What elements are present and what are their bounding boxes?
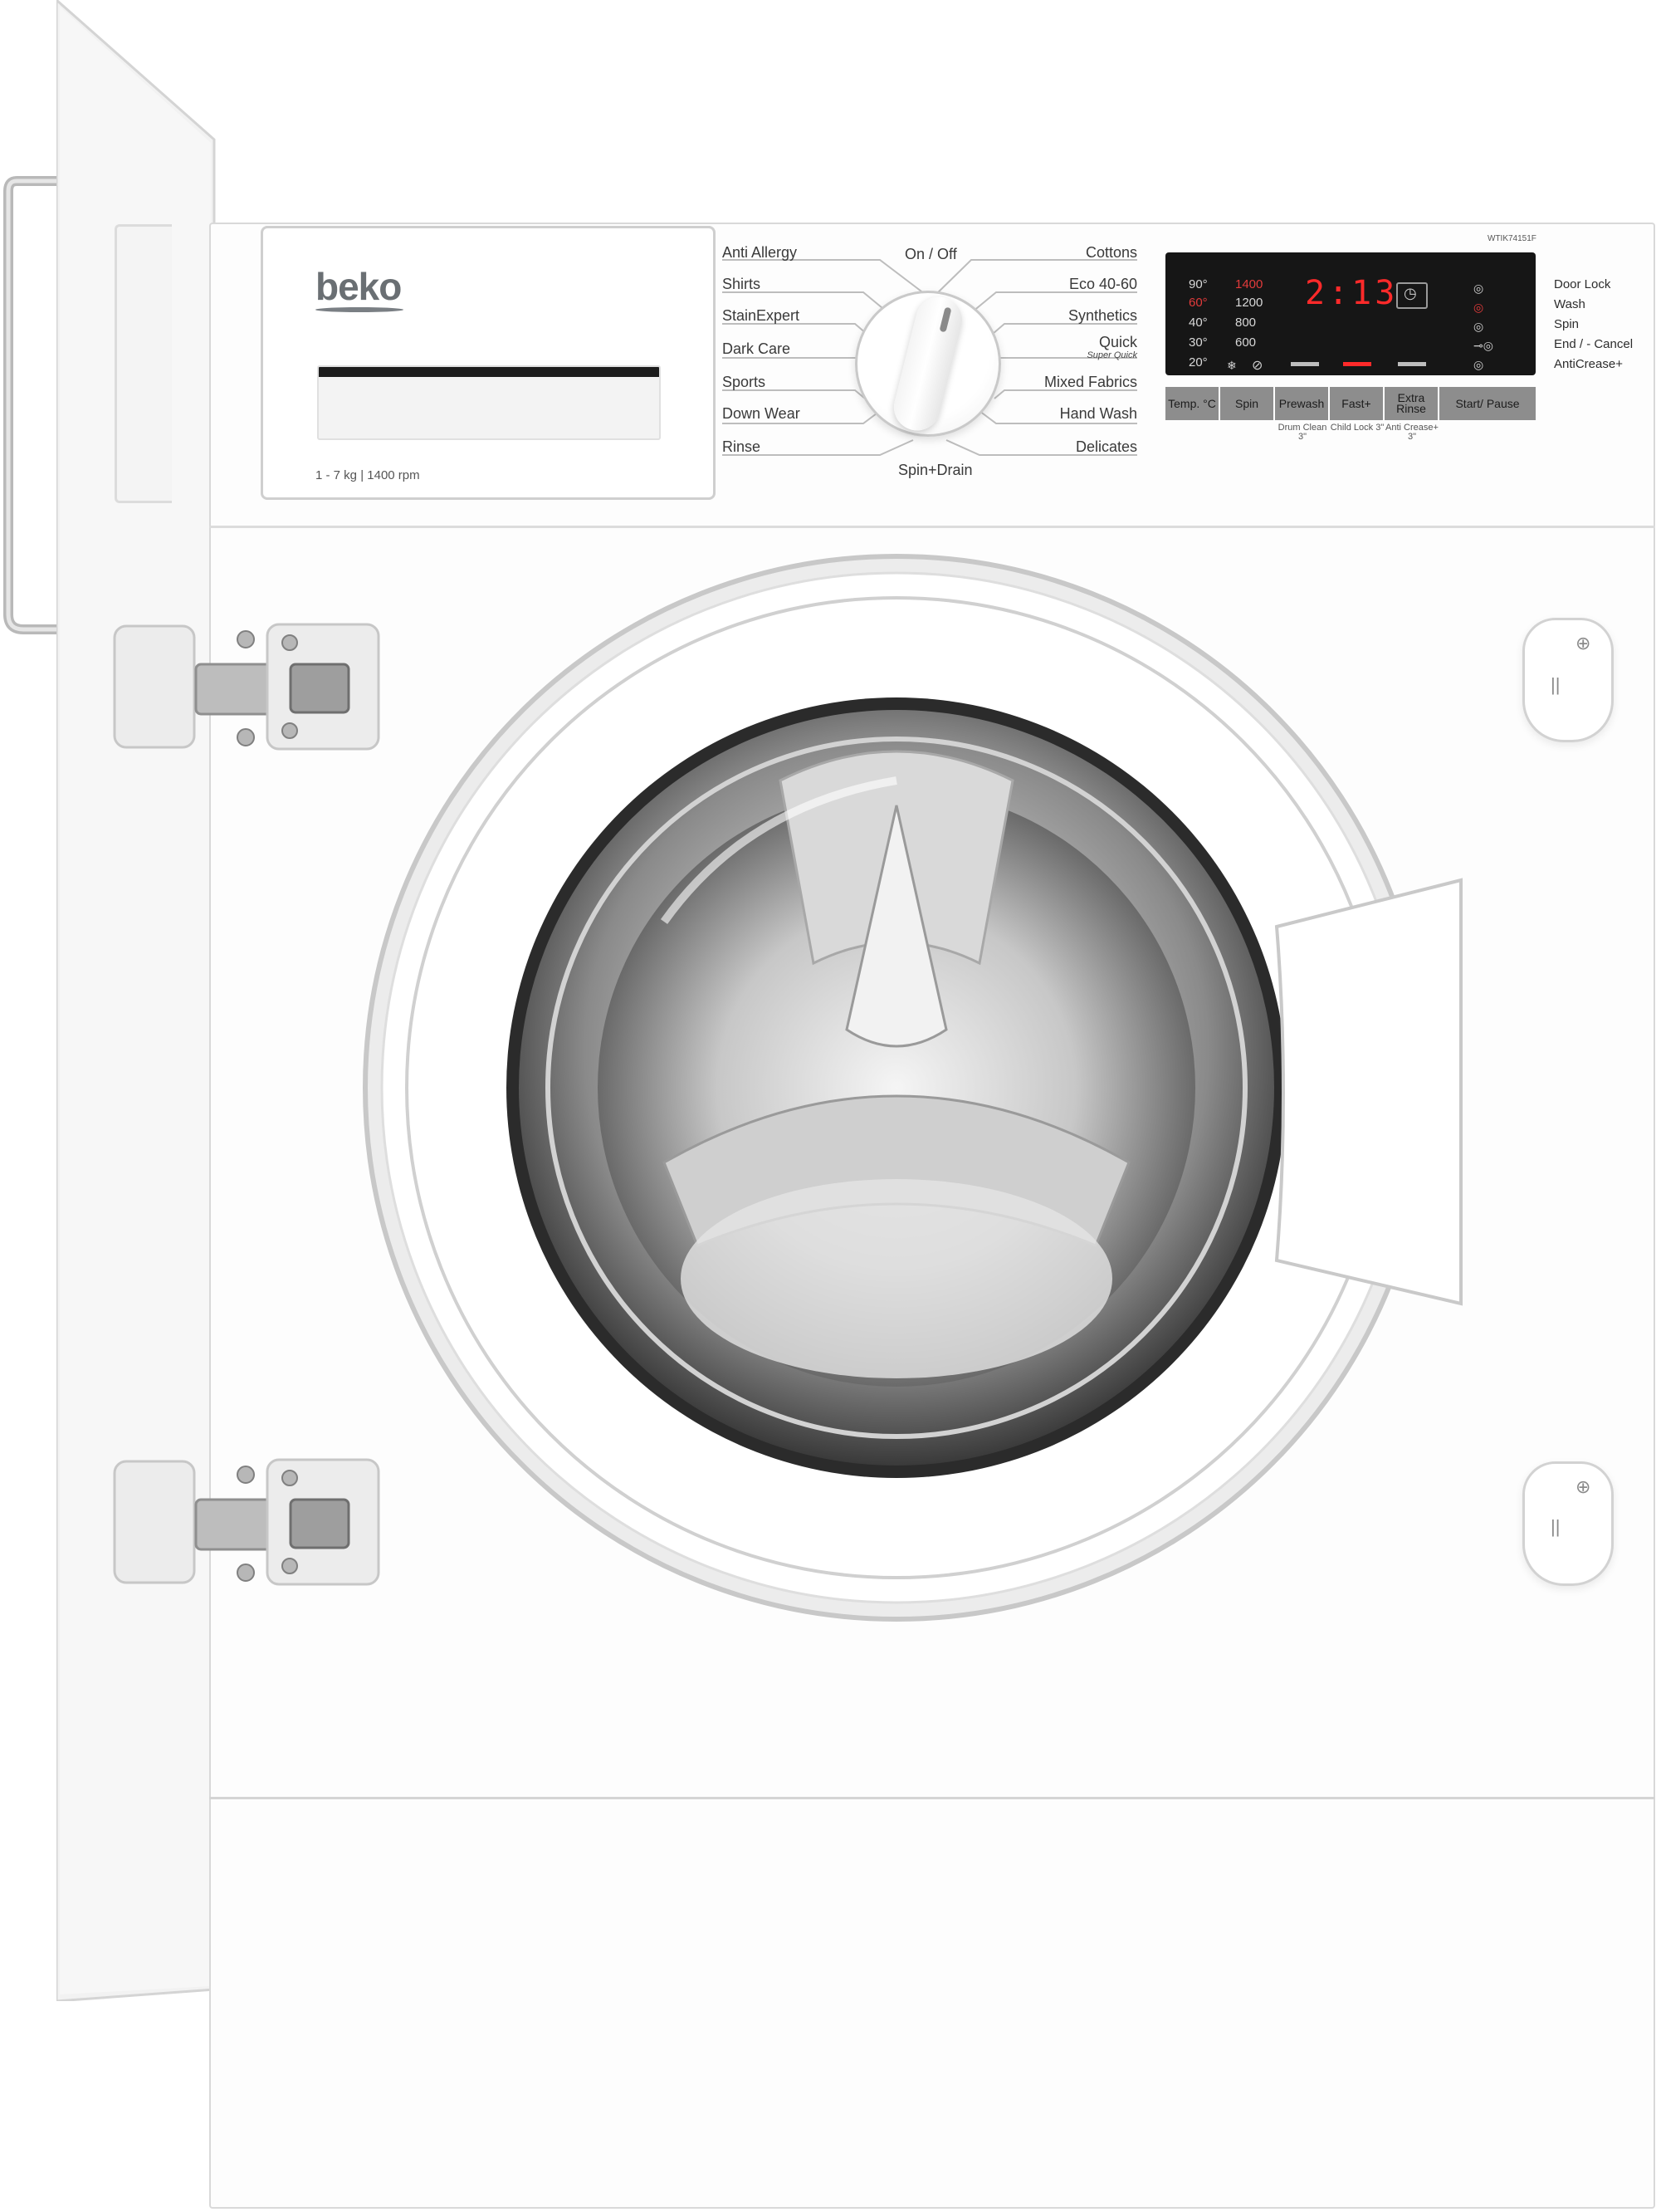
status-door-lock: Door Lock [1554,277,1611,291]
latch-screw-icon: ⊕ [1576,633,1591,653]
program-shirts: Shirts [722,276,761,292]
temp-20: 20° [1189,355,1208,369]
speed-1200: 1200 [1235,296,1263,310]
door-latch-top [1522,618,1614,742]
status-spin: Spin [1554,317,1580,331]
plinth-divider [209,1797,1655,1799]
hinge-bottom-icon [113,1458,380,1586]
program-cottons: Cottons [1085,244,1137,261]
latch-slot-icon: || [1551,1516,1561,1537]
capacity-label: 1 - 7 kg | 1400 rpm [315,468,420,482]
latch-screw-icon: ⊕ [1576,1476,1591,1497]
program-dark-care: Dark Care [722,340,791,357]
child-lock-hint: Child Lock 3" [1330,423,1385,433]
program-hand-wash: Hand Wash [1059,405,1137,422]
brand-swoosh-icon [315,307,403,312]
speed-600: 600 [1235,335,1257,350]
delay-timer-icon: ◷ [1404,285,1417,301]
speed-800: 800 [1235,316,1257,330]
start-pause-button[interactable]: Start/ Pause [1439,387,1536,420]
status-anticrease: AntiCrease+ [1554,357,1623,371]
time-remaining: 2:13 [1305,274,1399,312]
option-indicator-extra-rinse [1398,362,1426,366]
temp-40: 40° [1189,316,1208,330]
temp-button[interactable]: Temp. °C [1165,387,1220,420]
latch-slot-icon: || [1551,674,1561,695]
status-end-cancel: End / - Cancel [1554,337,1634,351]
dial-spin-drain-label: Spin+Drain [898,462,973,478]
status-indicator-icons: ◎ ◎ ◎ ⊸◎ ◎ [1473,281,1493,371]
cold-wash-icon: ❄ [1227,359,1237,372]
drum-clean-hint: Drum Clean 3" [1278,423,1327,442]
program-eco-40-60: Eco 40-60 [1068,276,1137,292]
program-anti-allergy: Anti Allergy [722,244,798,261]
program-stainexpert: StainExpert [722,307,800,324]
hinge-top-icon [113,623,380,751]
extra-rinse-button[interactable]: Extra Rinse [1385,387,1439,420]
no-spin-icon: ⊘ [1252,359,1263,373]
fast-plus-button[interactable]: Fast+ [1330,387,1385,420]
program-synthetics: Synthetics [1067,307,1137,324]
porthole-handle[interactable] [1273,877,1464,1309]
speed-1400: 1400 [1235,277,1263,291]
dial-on-off-label: On / Off [905,246,957,262]
status-wash: Wash [1554,297,1585,311]
prewash-button[interactable]: Prewash [1275,387,1330,420]
drawer-handle[interactable] [317,365,661,440]
option-indicator-fast [1343,362,1371,366]
door-latch-bottom [1522,1461,1614,1586]
program-down-wear: Down Wear [722,405,800,422]
program-super-quick: Super Quick [1087,350,1137,360]
temp-90: 90° [1189,277,1208,291]
program-mixed-fabrics: Mixed Fabrics [1043,374,1137,390]
spin-button[interactable]: Spin [1220,387,1275,420]
anticrease-hint: Anti Crease+ 3" [1385,423,1439,442]
brand-logo: beko [315,265,402,308]
temp-60: 60° [1189,296,1208,310]
door-handle[interactable] [0,174,60,639]
option-buttons: Temp. °C Spin Prewash Fast+ Extra Rinse … [1165,387,1536,420]
temp-30: 30° [1189,335,1208,350]
program-delicates: Delicates [1075,438,1137,455]
model-number: WTIK74151F [1488,234,1536,243]
option-indicator-prewash [1291,362,1319,366]
program-sports: Sports [722,374,766,390]
door-inner-panel [115,224,172,503]
program-rinse: Rinse [722,438,761,455]
program-quick: Quick [1098,334,1137,350]
